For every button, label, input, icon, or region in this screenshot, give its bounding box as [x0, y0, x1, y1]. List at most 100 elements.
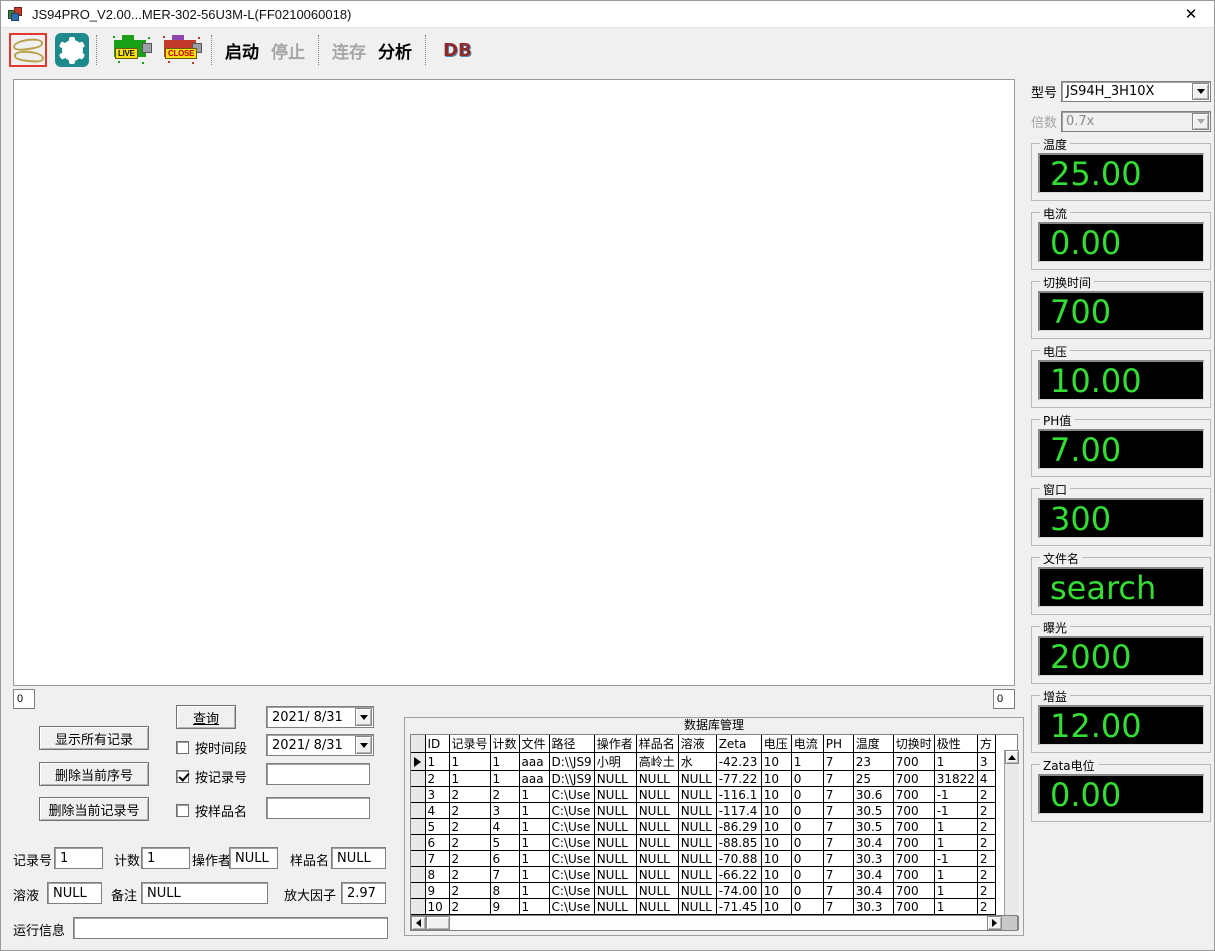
table-cell[interactable]: NULL — [594, 803, 636, 819]
handshake-icon[interactable] — [9, 33, 47, 67]
table-cell[interactable]: -1 — [934, 787, 977, 803]
camera-close-icon[interactable]: CLOSE — [162, 35, 204, 65]
table-cell[interactable]: C:\Use — [549, 851, 594, 867]
table-cell[interactable]: -86.29 — [716, 819, 761, 835]
row-selector[interactable] — [411, 787, 425, 803]
data-grid-column-header[interactable]: 操作者 — [594, 735, 636, 753]
table-cell[interactable]: 10 — [761, 803, 791, 819]
table-cell[interactable]: 1 — [519, 867, 549, 883]
data-grid-column-header[interactable]: 样品名 — [636, 735, 678, 753]
table-cell[interactable]: NULL — [594, 819, 636, 835]
table-cell[interactable]: 1 — [934, 819, 977, 835]
delete-current-record-button[interactable]: 删除当前记录号 — [39, 797, 149, 821]
table-cell[interactable]: 2 — [977, 899, 995, 915]
row-selector[interactable] — [411, 819, 425, 835]
note-input[interactable]: NULL — [141, 882, 268, 904]
table-cell[interactable]: NULL — [594, 771, 636, 787]
table-cell[interactable]: NULL — [678, 883, 716, 899]
table-cell[interactable]: 0 — [791, 883, 823, 899]
table-cell[interactable]: 23 — [853, 753, 893, 771]
table-cell[interactable]: 2 — [449, 851, 490, 867]
table-cell[interactable]: 10 — [761, 835, 791, 851]
table-cell[interactable]: 30.3 — [853, 899, 893, 915]
table-cell[interactable]: 5 — [425, 819, 449, 835]
table-cell[interactable]: 30.5 — [853, 803, 893, 819]
scroll-left-icon[interactable] — [411, 916, 426, 930]
amplification-factor-input[interactable]: 2.97 — [341, 882, 386, 904]
camera-live-icon[interactable]: LIVE — [112, 35, 154, 65]
table-cell[interactable]: 0 — [791, 803, 823, 819]
table-cell[interactable]: 1 — [490, 753, 519, 771]
data-grid-column-header[interactable]: 路径 — [549, 735, 594, 753]
table-cell[interactable]: 1 — [490, 771, 519, 787]
table-cell[interactable]: NULL — [636, 883, 678, 899]
table-cell[interactable]: 1 — [934, 753, 977, 771]
image-canvas[interactable] — [13, 79, 1015, 686]
table-cell[interactable]: 7 — [823, 867, 853, 883]
table-cell[interactable]: 1 — [519, 787, 549, 803]
table-cell[interactable]: 7 — [823, 851, 853, 867]
table-cell[interactable]: 1 — [519, 819, 549, 835]
data-grid-column-header[interactable]: 电压 — [761, 735, 791, 753]
table-cell[interactable]: 0 — [791, 819, 823, 835]
table-cell[interactable]: 7 — [823, 819, 853, 835]
table-row[interactable]: 10291C:\UseNULLNULLNULL-71.45100730.3700… — [411, 899, 995, 915]
table-cell[interactable]: 0 — [791, 787, 823, 803]
table-cell[interactable]: 1 — [934, 899, 977, 915]
chevron-down-icon[interactable] — [1192, 83, 1209, 100]
start-button[interactable]: 启动 — [225, 38, 259, 63]
table-cell[interactable]: 1 — [934, 867, 977, 883]
solvent-input[interactable]: NULL — [47, 882, 102, 904]
row-selector[interactable] — [411, 899, 425, 915]
table-cell[interactable]: 2 — [449, 835, 490, 851]
table-row[interactable]: 111aaaD:\\JS9小明高岭土水-42.2310172370013 — [411, 753, 995, 771]
sample-name-input[interactable]: NULL — [331, 847, 386, 869]
table-cell[interactable]: 2 — [449, 899, 490, 915]
operator-input[interactable]: NULL — [229, 847, 278, 869]
query-button[interactable]: 查询 — [176, 705, 236, 729]
db-button[interactable]: DB — [443, 40, 472, 61]
table-cell[interactable]: 0 — [791, 899, 823, 915]
table-cell[interactable]: NULL — [594, 867, 636, 883]
table-cell[interactable]: 8 — [425, 867, 449, 883]
table-cell[interactable]: 2 — [977, 883, 995, 899]
table-cell[interactable]: 700 — [893, 899, 934, 915]
table-cell[interactable]: 2 — [977, 819, 995, 835]
table-cell[interactable]: D:\\JS9 — [549, 771, 594, 787]
table-cell[interactable]: 700 — [893, 819, 934, 835]
date-to-field[interactable]: 2021/ 8/31 — [266, 734, 374, 756]
table-cell[interactable]: -74.00 — [716, 883, 761, 899]
table-cell[interactable]: 0 — [791, 771, 823, 787]
table-row[interactable]: 6251C:\UseNULLNULLNULL-88.85100730.47001… — [411, 835, 995, 851]
table-cell[interactable]: 6 — [490, 851, 519, 867]
data-grid-column-header[interactable]: 极性 — [934, 735, 977, 753]
model-select[interactable]: JS94H_3H10X — [1061, 81, 1211, 102]
table-cell[interactable]: 4 — [490, 819, 519, 835]
table-cell[interactable]: 水 — [678, 753, 716, 771]
table-cell[interactable]: 5 — [490, 835, 519, 851]
table-cell[interactable]: -1 — [934, 851, 977, 867]
table-cell[interactable]: C:\Use — [549, 787, 594, 803]
chevron-down-icon[interactable] — [355, 736, 372, 754]
row-selector[interactable] — [411, 771, 425, 787]
table-cell[interactable]: NULL — [678, 851, 716, 867]
table-cell[interactable]: 高岭土 — [636, 753, 678, 771]
table-cell[interactable]: 30.5 — [853, 819, 893, 835]
analyze-button[interactable]: 分析 — [378, 38, 412, 63]
data-grid-column-header[interactable]: 记录号 — [449, 735, 490, 753]
table-cell[interactable]: 2 — [490, 787, 519, 803]
row-selector[interactable] — [411, 867, 425, 883]
table-cell[interactable]: NULL — [636, 803, 678, 819]
table-cell[interactable]: 2 — [977, 851, 995, 867]
table-cell[interactable]: 2 — [449, 883, 490, 899]
table-row[interactable]: 7261C:\UseNULLNULLNULL-70.88100730.3700-… — [411, 851, 995, 867]
grid-horizontal-scrollbar[interactable] — [410, 915, 1018, 931]
table-cell[interactable]: 0 — [791, 851, 823, 867]
table-cell[interactable]: 31822 — [934, 771, 977, 787]
canvas-left-value[interactable]: 0 — [13, 689, 35, 709]
table-cell[interactable]: 小明 — [594, 753, 636, 771]
show-all-records-button[interactable]: 显示所有记录 — [39, 726, 149, 750]
table-cell[interactable]: 700 — [893, 883, 934, 899]
table-cell[interactable]: 9 — [425, 883, 449, 899]
delete-current-sequence-button[interactable]: 删除当前序号 — [39, 762, 149, 786]
